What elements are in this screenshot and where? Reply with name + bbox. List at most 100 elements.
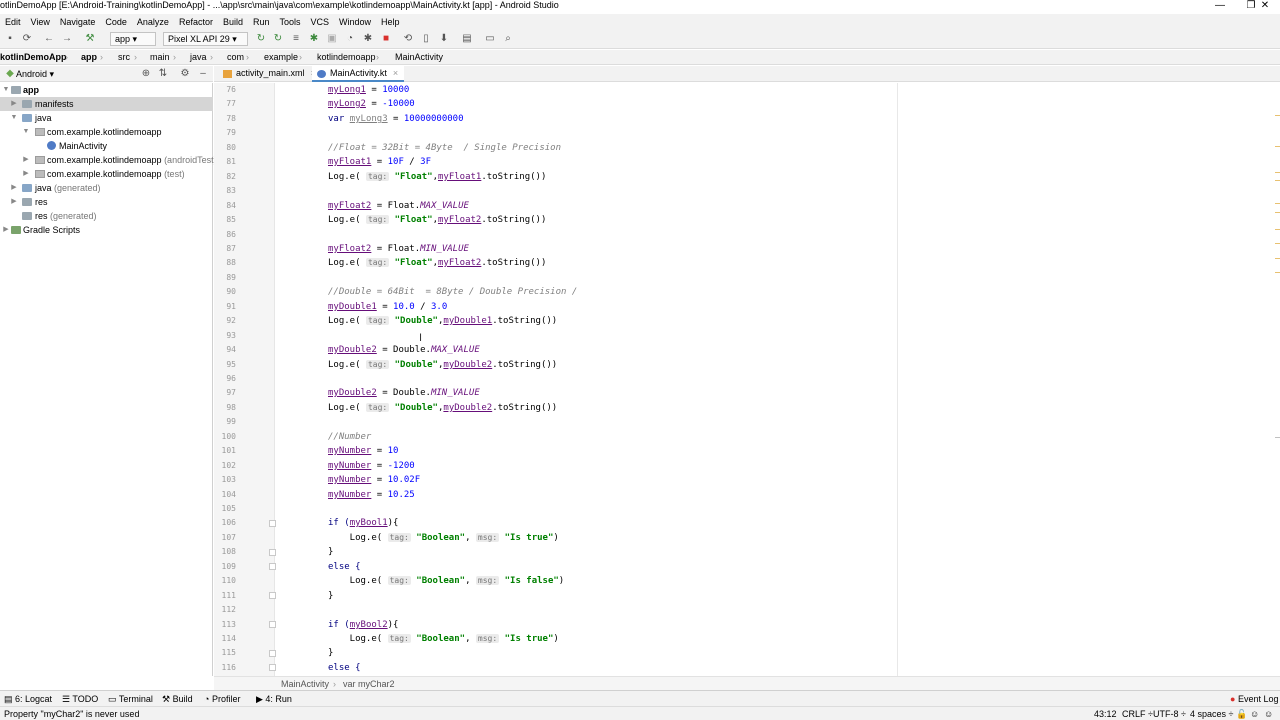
coverage-icon[interactable]: ▣ bbox=[326, 33, 338, 45]
tab-mainactivity-kt[interactable]: MainActivity.kt × bbox=[312, 66, 405, 82]
warning-mark[interactable] bbox=[1275, 180, 1280, 181]
tree-item-manifests[interactable]: ▶ manifests bbox=[0, 97, 213, 111]
run-button[interactable]: ▶ 4: Run bbox=[256, 693, 292, 705]
expanded-arrow-icon[interactable]: ▼ bbox=[22, 125, 30, 139]
crumb-example[interactable]: example bbox=[264, 51, 298, 63]
menu-code[interactable]: Code bbox=[100, 15, 132, 27]
debug-icon[interactable]: ✱ bbox=[308, 33, 320, 45]
code-line[interactable]: myLong2 = -10000 bbox=[328, 97, 415, 111]
code-line[interactable]: myNumber = 10 bbox=[328, 444, 398, 458]
fold-marker-icon[interactable] bbox=[269, 520, 276, 527]
collapsed-arrow-icon[interactable]: ▶ bbox=[22, 153, 30, 167]
code-line[interactable]: else { bbox=[328, 560, 361, 574]
smiley-icon[interactable]: ☺ bbox=[1250, 708, 1259, 720]
build-button[interactable]: ⚒ Build bbox=[162, 693, 193, 705]
menu-refactor[interactable]: Refactor bbox=[174, 15, 218, 27]
warning-mark[interactable] bbox=[1275, 203, 1280, 204]
todo-button[interactable]: ☰ TODO bbox=[62, 693, 98, 705]
project-structure-icon[interactable]: ▤ bbox=[461, 33, 473, 45]
fold-marker-icon[interactable] bbox=[269, 650, 276, 657]
code-line[interactable]: Log.e( tag: "Float",myFloat2.toString()) bbox=[328, 256, 546, 270]
code-line[interactable]: Log.e( tag: "Float",myFloat2.toString()) bbox=[328, 213, 546, 227]
warning-mark[interactable] bbox=[1275, 229, 1280, 230]
menu-vcs[interactable]: VCS bbox=[306, 15, 335, 27]
code-line[interactable]: Log.e( tag: "Boolean", msg: "Is true") bbox=[328, 632, 559, 646]
menu-window[interactable]: Window bbox=[334, 15, 376, 27]
close-tab-icon[interactable]: × bbox=[393, 68, 398, 78]
warning-mark[interactable] bbox=[1275, 172, 1280, 173]
caret-mark[interactable] bbox=[1275, 437, 1280, 438]
logcat-button[interactable]: ▤ 6: Logcat bbox=[4, 693, 52, 705]
menu-analyze[interactable]: Analyze bbox=[132, 15, 174, 27]
code-comment[interactable]: //Number bbox=[328, 430, 371, 444]
lock-icon[interactable]: 🔓 bbox=[1236, 708, 1247, 720]
crumb-member[interactable]: var myChar2 bbox=[343, 678, 395, 690]
warning-mark[interactable] bbox=[1275, 115, 1280, 116]
tree-item-app[interactable]: ▼ app bbox=[0, 83, 213, 97]
menu-edit[interactable]: Edit bbox=[0, 15, 26, 27]
apply-code-changes-icon[interactable]: ↻ bbox=[272, 33, 284, 45]
fold-marker-icon[interactable] bbox=[269, 592, 276, 599]
code-line[interactable]: myDouble1 = 10.0 / 3.0 bbox=[328, 300, 447, 314]
crumb-project[interactable]: kotlinDemoApp bbox=[0, 51, 67, 63]
tree-item-mainactivity[interactable]: MainActivity bbox=[0, 139, 213, 153]
code-line[interactable]: Log.e( tag: "Boolean", msg: "Is true") bbox=[328, 531, 559, 545]
file-encoding[interactable]: UTF-8 ÷ bbox=[1153, 708, 1186, 720]
layout-inspector-icon[interactable]: ▭ bbox=[484, 33, 496, 45]
project-view-selector[interactable]: Android ▾ bbox=[16, 68, 54, 80]
minimize-button[interactable]: — bbox=[1205, 0, 1235, 13]
hide-icon[interactable]: – bbox=[197, 68, 209, 80]
crumb-com[interactable]: com bbox=[227, 51, 244, 63]
code-line[interactable]: } bbox=[328, 545, 333, 559]
code-line[interactable]: myNumber = -1200 bbox=[328, 459, 415, 473]
code-line[interactable]: myNumber = 10.02F bbox=[328, 473, 420, 487]
code-line[interactable]: Log.e( tag: "Float",myFloat1.toString()) bbox=[328, 170, 546, 184]
crumb-file[interactable]: MainActivity bbox=[395, 51, 443, 63]
crumb-main[interactable]: main bbox=[150, 51, 170, 63]
module-selector[interactable]: app ▾ bbox=[110, 32, 156, 46]
run-config-icon[interactable]: ≡ bbox=[290, 33, 302, 45]
menu-view[interactable]: View bbox=[26, 15, 55, 27]
tree-item-package[interactable]: ▼ com.example.kotlindemoapp bbox=[0, 125, 213, 139]
error-stripe[interactable] bbox=[1274, 83, 1280, 676]
code-line[interactable]: else { bbox=[328, 661, 361, 675]
code-line[interactable]: var myLong3 = 10000000000 bbox=[328, 112, 464, 126]
apply-changes-icon[interactable]: ↻ bbox=[255, 33, 267, 45]
device-selector[interactable]: Pixel XL API 29 ▾ bbox=[163, 32, 248, 46]
crumb-package[interactable]: kotlindemoapp bbox=[317, 51, 376, 63]
forward-icon[interactable]: → bbox=[61, 33, 73, 45]
profile-icon[interactable]: ◔ bbox=[344, 33, 356, 45]
warning-mark[interactable] bbox=[1275, 212, 1280, 213]
code-comment[interactable]: //Float = 32Bit = 4Byte / Single Precisi… bbox=[328, 141, 561, 155]
warning-mark[interactable] bbox=[1275, 146, 1280, 147]
crumb-class[interactable]: MainActivity bbox=[281, 678, 329, 690]
menu-navigate[interactable]: Navigate bbox=[55, 15, 101, 27]
indent-setting[interactable]: 4 spaces ÷ bbox=[1190, 708, 1233, 720]
crumb-app[interactable]: app bbox=[81, 51, 97, 63]
line-separator[interactable]: CRLF ÷ bbox=[1122, 708, 1153, 720]
sync-icon[interactable]: ⟳ bbox=[21, 33, 33, 45]
avd-manager-icon[interactable]: ▯ bbox=[420, 33, 432, 45]
code-line[interactable]: myDouble2 = Double.MIN_VALUE bbox=[328, 386, 480, 400]
code-line[interactable]: Log.e( tag: "Double",myDouble2.toString(… bbox=[328, 358, 557, 372]
tab-activity-main-xml[interactable]: activity_main.xml× bbox=[218, 66, 322, 82]
crumb-src[interactable]: src bbox=[118, 51, 130, 63]
fold-marker-icon[interactable] bbox=[269, 621, 276, 628]
event-log-button[interactable]: ● Event Log bbox=[1230, 693, 1278, 705]
tree-item-java[interactable]: ▼ java bbox=[0, 111, 213, 125]
expanded-arrow-icon[interactable]: ▼ bbox=[2, 83, 10, 97]
collapsed-arrow-icon[interactable]: ▶ bbox=[10, 181, 18, 195]
code-line[interactable]: Log.e( tag: "Double",myDouble2.toString(… bbox=[328, 401, 557, 415]
code-line[interactable]: myFloat2 = Float.MAX_VALUE bbox=[328, 199, 469, 213]
collapsed-arrow-icon[interactable]: ▶ bbox=[2, 223, 10, 237]
collapsed-arrow-icon[interactable]: ▶ bbox=[10, 195, 18, 209]
menu-run[interactable]: Run bbox=[248, 15, 275, 27]
search-icon[interactable]: ⌕ bbox=[502, 33, 514, 45]
gear-icon[interactable]: ⚙ bbox=[179, 68, 191, 80]
sdk-manager-icon[interactable]: ⬇ bbox=[438, 33, 450, 45]
warning-mark[interactable] bbox=[1275, 272, 1280, 273]
code-line[interactable]: myNumber = 10.25 bbox=[328, 488, 415, 502]
warning-mark[interactable] bbox=[1275, 243, 1280, 244]
code-line[interactable]: myLong1 = 10000 bbox=[328, 83, 409, 97]
fold-marker-icon[interactable] bbox=[269, 664, 276, 671]
